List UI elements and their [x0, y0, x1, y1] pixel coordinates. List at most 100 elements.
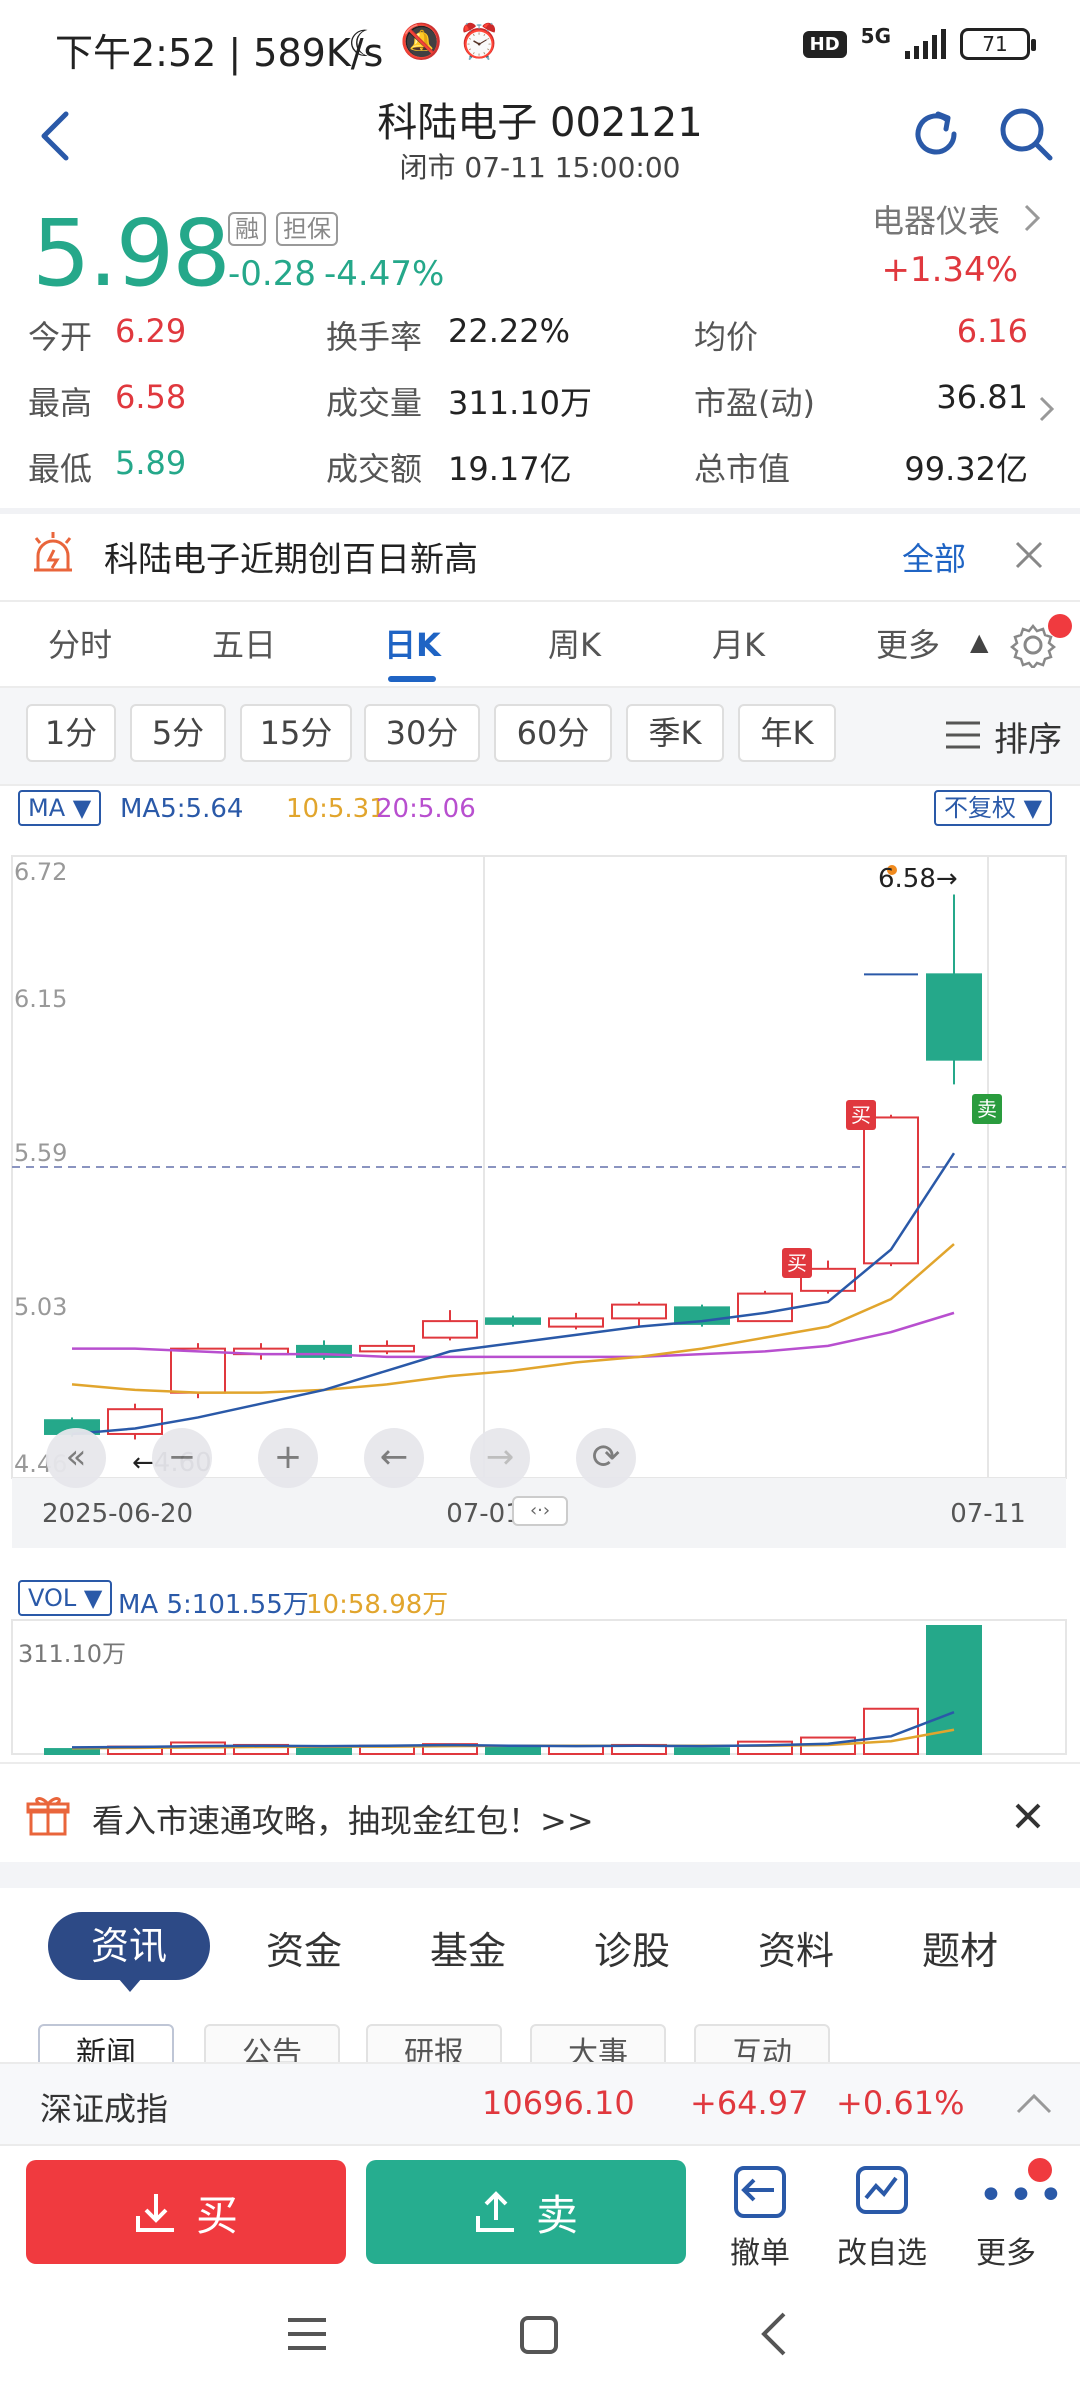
dropdown-icon: ▼: [72, 794, 92, 822]
x-tick-label: 07-01: [446, 1499, 522, 1529]
tab-topics[interactable]: 题材: [922, 1920, 998, 1975]
candle-body: [359, 1344, 415, 1353]
turnover-label: 换手率: [326, 318, 423, 356]
vol-ma10: 10:58.98万: [306, 1590, 449, 1620]
tab-weekly-k[interactable]: 周K: [548, 620, 601, 666]
index-value: 10696.10: [482, 2084, 635, 2122]
sort-button[interactable]: 排序: [994, 712, 1062, 761]
tab-news-info[interactable]: 资讯: [48, 1912, 210, 1980]
sector-change: +1.34%: [881, 250, 1019, 290]
ma-select[interactable]: MA ▼: [18, 790, 102, 826]
more-icon[interactable]: •••: [978, 2170, 1068, 2221]
chip-year-k[interactable]: 年K: [738, 704, 836, 762]
chevron-right-icon[interactable]: [1020, 200, 1044, 236]
stats-expand-icon[interactable]: [1036, 392, 1058, 426]
chip-15min[interactable]: 15分: [240, 704, 352, 762]
battery-icon: 71: [960, 28, 1036, 60]
chip-30min[interactable]: 30分: [364, 704, 480, 762]
volume-bar: [296, 1747, 352, 1755]
chip-60min[interactable]: 60分: [494, 704, 612, 762]
sell-button[interactable]: 卖: [366, 2160, 686, 2264]
tab-five-day[interactable]: 五日: [212, 620, 276, 666]
chart-resize-handle[interactable]: ‹·›: [512, 1496, 568, 1526]
volume-value: 311.10万: [448, 384, 592, 422]
ma10-value: 10:5.31: [286, 794, 386, 824]
subtab-interaction[interactable]: 互动: [694, 2024, 830, 2062]
nav-home-icon[interactable]: [518, 2314, 560, 2356]
notification-dot: [1048, 614, 1072, 638]
buy-button[interactable]: 买: [26, 2160, 346, 2264]
volume-bar: [674, 1747, 730, 1755]
subtab-announcements[interactable]: 公告: [204, 2024, 340, 2062]
dropdown-icon: ▼: [83, 1584, 103, 1612]
subtab-row: 新闻 公告 研报 大事 互动: [0, 2014, 1080, 2062]
chip-quarter-k[interactable]: 季K: [626, 704, 724, 762]
subtab-news[interactable]: 新闻: [38, 2024, 174, 2062]
scroll-left-button[interactable]: ←: [364, 1428, 424, 1488]
index-name: 深证成指: [40, 2090, 169, 2128]
subtab-events[interactable]: 大事: [530, 2024, 666, 2062]
y-tick-label: 5.03: [14, 1293, 67, 1321]
more-label[interactable]: 更多: [946, 2228, 1066, 2272]
rotate-screen-button[interactable]: ⟳: [576, 1428, 636, 1488]
vol-ma5: MA 5:101.55万: [118, 1590, 309, 1620]
cancel-order-icon[interactable]: [732, 2164, 788, 2220]
candle-body: [611, 1303, 667, 1320]
zoom-in-button[interactable]: +: [258, 1428, 318, 1488]
volume-bar: [485, 1746, 541, 1755]
tab-profile[interactable]: 资料: [758, 1920, 834, 1975]
tab-funds[interactable]: 资金: [266, 1920, 342, 1975]
signal-icon: [905, 29, 946, 59]
edit-watchlist-label[interactable]: 改自选: [822, 2228, 942, 2272]
vol-select[interactable]: VOL ▼: [18, 1580, 113, 1616]
chevron-up-icon[interactable]: [1014, 2090, 1054, 2118]
subtab-research[interactable]: 研报: [366, 2024, 502, 2062]
mute-icon: 🔕: [400, 22, 443, 62]
cancel-order-label[interactable]: 撤单: [700, 2228, 820, 2272]
buy-signal-tag: 买: [782, 1248, 812, 1278]
edit-watchlist-icon[interactable]: [854, 2164, 910, 2220]
scroll-right-button[interactable]: →: [470, 1428, 530, 1488]
sector-name[interactable]: 电器仪表: [872, 196, 1000, 242]
notice-text[interactable]: 科陆电子近期创百日新高: [104, 532, 478, 581]
notice-all-link[interactable]: 全部: [902, 534, 966, 580]
buy-arrow-icon: [135, 2194, 174, 2232]
turnover-value: 22.22%: [448, 312, 571, 350]
buy-signal-tag: 买: [846, 1100, 876, 1130]
close-icon[interactable]: [1012, 538, 1046, 572]
tab-diagnosis[interactable]: 诊股: [594, 1920, 670, 1975]
volume-chart[interactable]: [0, 1618, 1080, 1758]
tab-fund[interactable]: 基金: [430, 1920, 506, 1975]
sell-arrow-icon: [475, 2191, 514, 2232]
tab-monthly-k[interactable]: 月K: [712, 620, 765, 666]
menu-icon[interactable]: [944, 718, 982, 752]
mktcap-value: 99.32亿: [904, 450, 1028, 488]
open-label: 今开: [28, 318, 93, 356]
adjust-select[interactable]: 不复权 ▼: [934, 790, 1053, 826]
candle-body: [170, 1347, 226, 1394]
nav-back-icon[interactable]: [756, 2310, 792, 2358]
tab-daily-k[interactable]: 日K: [384, 620, 441, 666]
triangle-up-icon[interactable]: ▲: [970, 628, 988, 656]
rewind-button[interactable]: «: [46, 1428, 106, 1488]
active-tab-indicator: [388, 676, 436, 682]
moon-icon: ☾: [348, 24, 381, 65]
mktcap-label: 总市值: [694, 450, 791, 488]
chip-5min[interactable]: 5分: [130, 704, 226, 762]
adjust-label: 不复权: [944, 794, 1016, 822]
chip-1min[interactable]: 1分: [26, 704, 116, 762]
avg-value: 6.16: [956, 312, 1028, 350]
refresh-icon[interactable]: [906, 104, 966, 164]
tab-more[interactable]: 更多: [876, 620, 940, 666]
tab-intraday[interactable]: 分时: [48, 620, 112, 666]
low-label: 最低: [28, 450, 93, 488]
alarm-icon: ⏰: [458, 22, 501, 62]
search-icon[interactable]: [996, 104, 1056, 164]
nav-menu-icon[interactable]: [286, 2314, 328, 2354]
close-icon[interactable]: [1012, 1800, 1044, 1832]
status-bar: 下午2:52 | 589K/s ☾ 🔕 ⏰ HD 5G 71: [0, 0, 1080, 90]
active-tab-pointer: [118, 1978, 142, 1992]
back-icon[interactable]: [36, 106, 76, 166]
zoom-out-button[interactable]: −: [152, 1428, 212, 1488]
promo-text[interactable]: 看入市速通攻略，抽现金红包！>>: [92, 1796, 594, 1842]
